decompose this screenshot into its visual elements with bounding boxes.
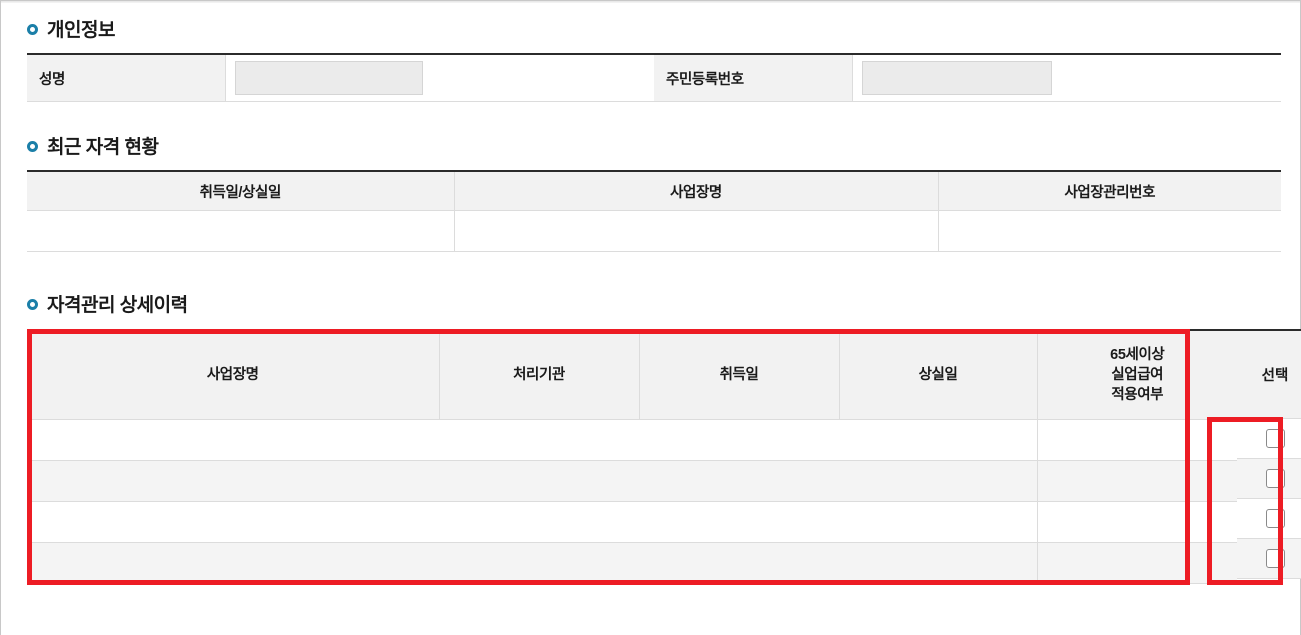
row-select-checkbox[interactable] xyxy=(1265,509,1285,528)
cell-age65-applied xyxy=(1036,460,1237,502)
page-frame: 개인정보 성명 주민등록번호 최근 자격 현황 취득일/상실일 사업장명 사업장… xyxy=(0,0,1301,635)
cell-company-name xyxy=(27,460,439,502)
name-field[interactable] xyxy=(234,61,423,95)
cell-age65-applied xyxy=(1036,501,1237,543)
table-header-row: 취득일/상실일 사업장명 사업장관리번호 xyxy=(27,171,1281,211)
cell-company-name xyxy=(453,210,938,252)
section-title-personal-info: 개인정보 xyxy=(47,20,115,41)
cell-name-value xyxy=(225,54,654,102)
column-header-select: 선택 xyxy=(1237,331,1301,419)
detail-history-main-columns: 사업장명 처리기관 취득일 상실일 65세이상 실업급여 적용여부 xyxy=(27,329,1237,584)
personal-info-table: 성명 주민등록번호 xyxy=(27,53,1281,102)
column-header-acquire-date: 취득일 xyxy=(639,330,840,420)
cell-age65-applied xyxy=(1036,419,1237,461)
cell-acquire-date xyxy=(639,419,839,461)
column-header-processing-agency: 처리기관 xyxy=(439,330,640,420)
cell-company-management-number xyxy=(937,210,1281,252)
label-resident-registration-number: 주민등록번호 xyxy=(654,54,853,102)
table-header-row: 사업장명 처리기관 취득일 상실일 65세이상 실업급여 적용여부 xyxy=(27,330,1237,420)
circle-ring-icon xyxy=(27,298,38,310)
cell-processing-agency xyxy=(439,542,639,584)
column-header-acquire-loss-date: 취득일/상실일 xyxy=(27,171,454,211)
cell-company-name xyxy=(27,542,439,584)
column-header-age65-unemployment-benefit: 65세이상 실업급여 적용여부 xyxy=(1037,330,1237,420)
cell-acquire-loss-date xyxy=(27,210,454,252)
section-header-personal-info: 개인정보 xyxy=(27,15,1281,42)
section-header-recent-status: 최근 자격 현황 xyxy=(27,132,1281,159)
resident-registration-number-field[interactable] xyxy=(861,61,1052,95)
circle-ring-icon xyxy=(27,140,38,152)
row-select-checkbox[interactable] xyxy=(1265,469,1285,488)
column-header-company-management-number: 사업장관리번호 xyxy=(937,171,1281,211)
cell-processing-agency xyxy=(439,419,639,461)
detail-history-table: 사업장명 처리기관 취득일 상실일 65세이상 실업급여 적용여부 xyxy=(27,329,1237,584)
cell-loss-date xyxy=(839,542,1037,584)
section-title-detail-history: 자격관리 상세이력 xyxy=(47,295,188,316)
cell-processing-agency xyxy=(439,460,639,502)
age65-header-line-2: 실업급여 xyxy=(1111,367,1164,383)
row-select-checkbox[interactable] xyxy=(1265,429,1285,448)
cell-rrn-value xyxy=(852,54,1281,102)
table-row xyxy=(27,460,1237,502)
select-cell[interactable] xyxy=(1237,539,1301,579)
cell-company-name xyxy=(27,419,439,461)
cell-processing-agency xyxy=(439,501,639,543)
column-header-loss-date: 상실일 xyxy=(839,330,1038,420)
select-cell[interactable] xyxy=(1237,499,1301,539)
table-row: 성명 주민등록번호 xyxy=(27,54,1281,102)
age65-header-line-3: 적용여부 xyxy=(1111,387,1164,403)
cell-loss-date xyxy=(839,501,1037,543)
column-header-company-name: 사업장명 xyxy=(27,330,440,420)
table-row xyxy=(27,501,1237,543)
cell-loss-date xyxy=(839,460,1037,502)
label-name: 성명 xyxy=(27,54,226,102)
column-header-company-name: 사업장명 xyxy=(453,171,938,211)
table-row xyxy=(27,542,1237,584)
cell-acquire-date xyxy=(639,501,839,543)
recent-status-table: 취득일/상실일 사업장명 사업장관리번호 xyxy=(27,170,1281,252)
section-header-detail-history: 자격관리 상세이력 xyxy=(27,290,1281,317)
cell-loss-date xyxy=(839,419,1037,461)
select-column: 선택 xyxy=(1237,329,1301,579)
cell-company-name xyxy=(27,501,439,543)
cell-age65-applied xyxy=(1036,542,1237,584)
form-content: 개인정보 성명 주민등록번호 최근 자격 현황 취득일/상실일 사업장명 사업장… xyxy=(27,1,1301,629)
table-row xyxy=(27,419,1237,461)
table-row xyxy=(27,210,1281,252)
age65-header-line-1: 65세이상 xyxy=(1110,347,1165,363)
section-title-recent-status: 최근 자격 현황 xyxy=(47,137,159,158)
circle-ring-icon xyxy=(27,23,38,35)
select-cell[interactable] xyxy=(1237,459,1301,499)
cell-acquire-date xyxy=(639,542,839,584)
select-cell[interactable] xyxy=(1237,419,1301,459)
detail-history-grid: 사업장명 처리기관 취득일 상실일 65세이상 실업급여 적용여부 선택 xyxy=(27,329,1301,629)
cell-acquire-date xyxy=(639,460,839,502)
row-select-checkbox[interactable] xyxy=(1265,549,1285,568)
